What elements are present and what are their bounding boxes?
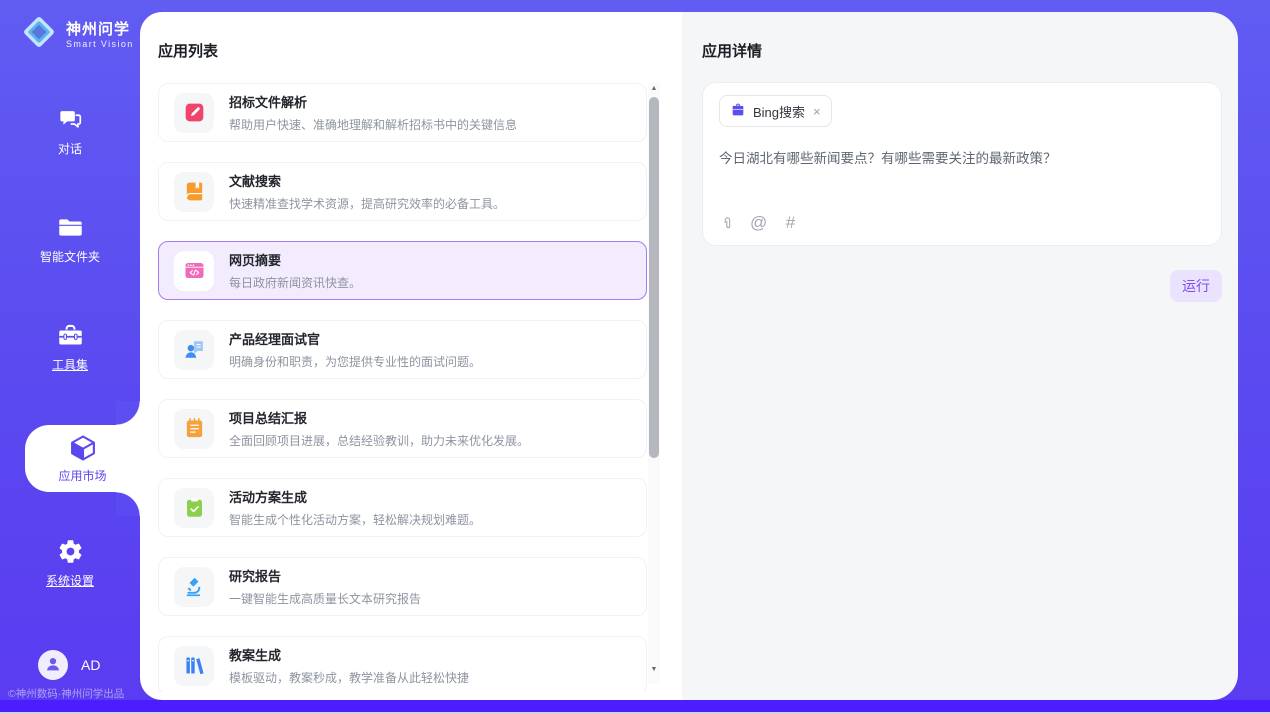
user-profile[interactable]: AD <box>38 650 100 680</box>
book-icon <box>174 172 214 212</box>
app-card[interactable]: 网页摘要每日政府新闻资讯快查。 <box>158 241 647 300</box>
edit-document-icon <box>174 93 214 133</box>
tool-chip[interactable]: Bing搜索 × <box>719 95 832 127</box>
scrollbar-thumb[interactable] <box>649 97 659 458</box>
books-icon <box>174 646 214 686</box>
chip-close-icon[interactable]: × <box>813 104 821 119</box>
app-card-title: 活动方案生成 <box>229 487 481 506</box>
avatar <box>38 650 68 680</box>
sidebar-item-2[interactable]: 智能文件夹 <box>0 212 140 272</box>
cube-icon <box>68 433 98 463</box>
logo-subtitle: Smart Vision <box>66 39 134 49</box>
app-card-desc: 明确身份和职责，为您提供专业性的面试问题。 <box>229 353 481 370</box>
app-card[interactable]: 文献搜索快速精准查找学术资源，提高研究效率的必备工具。 <box>158 162 647 221</box>
run-button[interactable]: 运行 <box>1170 270 1222 302</box>
sidebar-item-label: 工具集 <box>52 356 88 373</box>
scroll-up-icon[interactable]: ▲ <box>648 83 660 95</box>
sidebar-item-5[interactable]: 系统设置 <box>0 536 140 596</box>
logo-diamond-icon <box>20 13 58 56</box>
app-list: 招标文件解析帮助用户快速、准确地理解和解析招标书中的关键信息文献搜索快速精准查找… <box>158 83 647 692</box>
prompt-input-card[interactable]: Bing搜索 × 今日湖北有哪些新闻要点？有哪些需要关注的最新政策？ @ # <box>702 82 1222 246</box>
attachment-toolbar: @ # <box>720 213 799 233</box>
folder-icon <box>57 212 84 242</box>
app-card-desc: 全面回顾项目进展，总结经验教训，助力未来优化发展。 <box>229 432 529 449</box>
scrollbar[interactable]: ▲ ▼ <box>648 83 660 684</box>
bottom-bar <box>0 700 1270 712</box>
app-card-desc: 智能生成个性化活动方案，轻松解决规划难题。 <box>229 511 481 528</box>
app-card[interactable]: 项目总结汇报全面回顾项目进展，总结经验教训，助力未来优化发展。 <box>158 399 647 458</box>
sidebar: 神州问学 Smart Vision 对话智能文件夹工具集应用市场系统设置 AD … <box>0 0 140 714</box>
content-area: 应用列表 招标文件解析帮助用户快速、准确地理解和解析招标书中的关键信息文献搜索快… <box>140 12 1238 700</box>
chat-icon <box>57 104 84 134</box>
app-card[interactable]: 研究报告一键智能生成高质量长文本研究报告 <box>158 557 647 616</box>
app-card-title: 文献搜索 <box>229 171 505 190</box>
query-text[interactable]: 今日湖北有哪些新闻要点？有哪些需要关注的最新政策？ <box>719 149 1205 168</box>
hash-icon[interactable]: # <box>782 213 799 233</box>
copyright-footer: ©神州数码·神州问学出品 <box>8 686 124 701</box>
app-card[interactable]: 活动方案生成智能生成个性化活动方案，轻松解决规划难题。 <box>158 478 647 537</box>
app-card-title: 教案生成 <box>229 645 469 664</box>
app-detail-panel: 应用详情 Bing搜索 × 今日湖北有哪些新闻要点？有哪些需要关注的最新政策？ … <box>682 12 1238 700</box>
briefcase-icon <box>730 102 746 121</box>
sidebar-item-label: 系统设置 <box>46 572 94 589</box>
gear-icon <box>57 536 84 566</box>
app-card[interactable]: 产品经理面试官明确身份和职责，为您提供专业性的面试问题。 <box>158 320 647 379</box>
app-list-title: 应用列表 <box>158 40 682 61</box>
app-card-desc: 帮助用户快速、准确地理解和解析招标书中的关键信息 <box>229 116 517 133</box>
scroll-down-icon[interactable]: ▼ <box>648 664 660 676</box>
sidebar-item-1[interactable]: 对话 <box>0 104 140 164</box>
app-card-title: 招标文件解析 <box>229 92 517 111</box>
tool-chip-label: Bing搜索 <box>753 102 805 121</box>
browser-code-icon <box>174 251 214 291</box>
app-card[interactable]: 教案生成模板驱动，教案秒成，教学准备从此轻松快捷 <box>158 636 647 692</box>
app-logo: 神州问学 Smart Vision <box>20 13 134 56</box>
app-card-title: 产品经理面试官 <box>229 329 481 348</box>
app-card[interactable]: 招标文件解析帮助用户快速、准确地理解和解析招标书中的关键信息 <box>158 83 647 142</box>
app-card-desc: 一键智能生成高质量长文本研究报告 <box>229 590 421 607</box>
toolbox-icon <box>57 320 84 350</box>
app-card-desc: 模板驱动，教案秒成，教学准备从此轻松快捷 <box>229 669 469 686</box>
microscope-icon <box>174 567 214 607</box>
user-name: AD <box>81 657 100 673</box>
clipboard-check-icon <box>174 488 214 528</box>
sidebar-item-4[interactable]: 应用市场 <box>25 425 140 492</box>
report-note-icon <box>174 409 214 449</box>
sidebar-item-3[interactable]: 工具集 <box>0 320 140 380</box>
app-root: { "colors": { "sidebar_purple": "#5a49f0… <box>0 0 1270 714</box>
app-card-title: 项目总结汇报 <box>229 408 529 427</box>
sidebar-item-label: 应用市场 <box>58 467 106 484</box>
app-list-panel: 应用列表 招标文件解析帮助用户快速、准确地理解和解析招标书中的关键信息文献搜索快… <box>140 12 682 700</box>
interviewer-icon <box>174 330 214 370</box>
sidebar-item-label: 对话 <box>58 140 82 157</box>
app-card-desc: 每日政府新闻资讯快查。 <box>229 274 361 291</box>
app-detail-title: 应用详情 <box>702 40 1238 61</box>
paperclip-icon[interactable] <box>720 214 735 233</box>
sidebar-item-label: 智能文件夹 <box>40 248 100 265</box>
app-card-title: 网页摘要 <box>229 250 361 269</box>
person-icon <box>44 655 62 676</box>
at-icon[interactable]: @ <box>750 213 767 233</box>
app-card-title: 研究报告 <box>229 566 421 585</box>
logo-title: 神州问学 <box>66 21 134 38</box>
app-card-desc: 快速精准查找学术资源，提高研究效率的必备工具。 <box>229 195 505 212</box>
